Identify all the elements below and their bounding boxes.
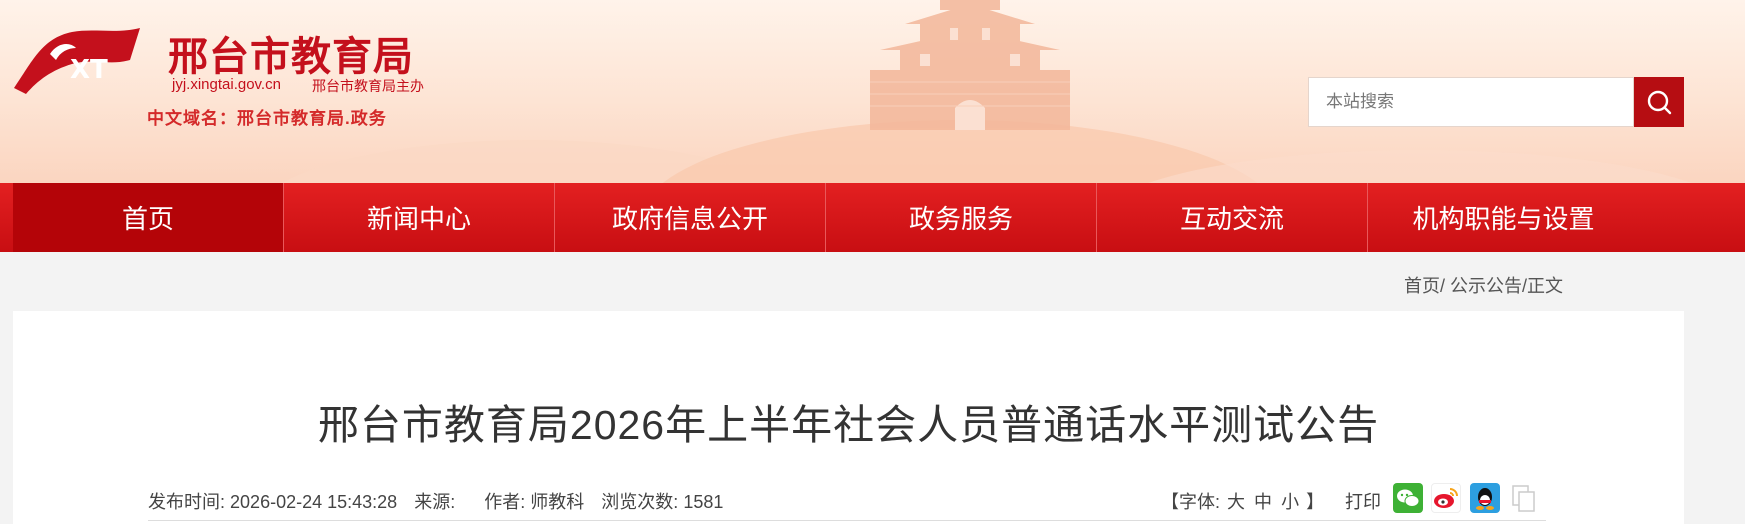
breadcrumb-home[interactable]: 首页 [1404, 276, 1440, 296]
nav-item-news[interactable]: 新闻中心 [284, 183, 555, 252]
breadcrumb: 首页/ 公示公告/正文 [1404, 272, 1563, 298]
copy-link-icon[interactable] [1509, 483, 1539, 513]
nav-item-services[interactable]: 政务服务 [826, 183, 1097, 252]
source-label: 来源: [414, 492, 456, 512]
tower-illustration [870, 0, 1070, 130]
breadcrumb-separator: / [1439, 276, 1445, 296]
font-size-medium[interactable]: 中 [1254, 492, 1272, 512]
breadcrumb-current: 正文 [1527, 276, 1563, 296]
published-label: 发布时间: [148, 492, 226, 512]
main-nav: 首页 新闻中心 政府信息公开 政务服务 互动交流 机构职能与设置 [0, 183, 1745, 252]
site-header: XT 邢台市教育局 jyj.xingtai.gov.cn 邢台市教育局主办 中文… [0, 0, 1745, 183]
nav-item-interaction[interactable]: 互动交流 [1097, 183, 1368, 252]
meta-divider [148, 520, 1546, 521]
views-label: 浏览次数: [601, 492, 679, 512]
search-icon [1647, 90, 1672, 115]
font-size-label: 【字体: [1161, 492, 1221, 512]
article-meta: 发布时间: 2026-02-24 15:43:28 来源: 作者: 师教科 浏览… [148, 488, 723, 514]
views-count: 1581 [683, 492, 724, 512]
article-card: 邢台市教育局2026年上半年社会人员普通话水平测试公告 发布时间: 2026-0… [13, 311, 1684, 524]
search-button[interactable] [1634, 77, 1684, 127]
print-button[interactable]: 打印 [1345, 488, 1381, 514]
weibo-share-icon[interactable] [1431, 483, 1461, 513]
nav-item-organization[interactable]: 机构职能与设置 [1368, 183, 1639, 252]
wechat-share-icon[interactable] [1393, 483, 1423, 513]
domain-url: jyj.xingtai.gov.cn [172, 76, 281, 93]
breadcrumb-section[interactable]: 公示公告 [1450, 276, 1522, 296]
search-box [1308, 77, 1634, 127]
site-title: 邢台市教育局 [168, 33, 414, 80]
nav-item-gov-info[interactable]: 政府信息公开 [555, 183, 826, 252]
font-size-small[interactable]: 小 [1281, 492, 1299, 512]
font-size-control: 【字体: 大 中 小 】 [1161, 488, 1324, 514]
author-value: 师教科 [530, 492, 585, 512]
search-input[interactable] [1309, 78, 1633, 126]
nav-item-home[interactable]: 首页 [13, 183, 284, 252]
qq-share-icon[interactable] [1470, 483, 1500, 513]
article-title: 邢台市教育局2026年上半年社会人员普通话水平测试公告 [317, 402, 1380, 448]
font-size-large[interactable]: 大 [1227, 492, 1245, 512]
chinese-domain: 中文域名：邢台市教育局.政务 [147, 109, 387, 128]
published-time: 2026-02-24 15:43:28 [230, 492, 398, 512]
logo-flag-icon: XT [14, 28, 140, 94]
author-label: 作者: [484, 492, 526, 512]
sponsor-text: 邢台市教育局主办 [312, 78, 424, 94]
font-size-close: 】 [1306, 492, 1325, 512]
logo-text: XT [70, 55, 108, 85]
